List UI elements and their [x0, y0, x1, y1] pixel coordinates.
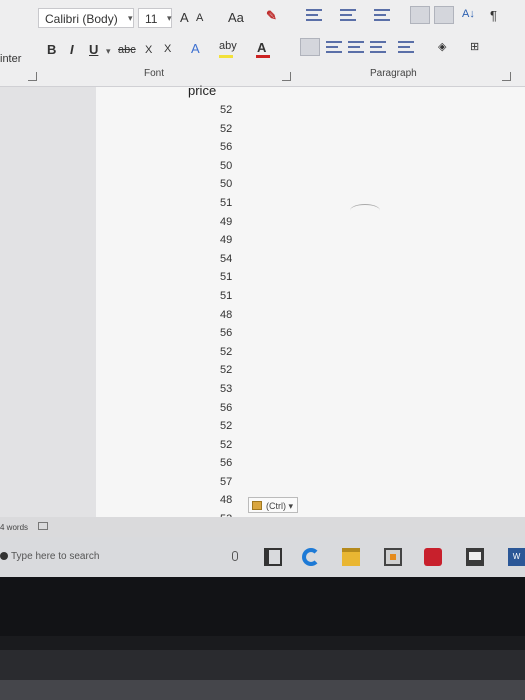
price-value: 57 — [220, 475, 233, 488]
highlight-button[interactable]: aby — [219, 40, 237, 52]
clipboard-format-painter-label[interactable]: inter — [0, 53, 21, 65]
numbering-icon[interactable] — [340, 8, 356, 22]
word-app-icon[interactable]: W — [508, 548, 525, 566]
price-value: 50 — [220, 178, 233, 191]
taskbar-search-input[interactable]: Type here to search — [11, 551, 99, 562]
price-value: 52 — [220, 420, 233, 433]
ink-stroke — [350, 204, 380, 217]
status-bar: 4 words — [0, 517, 525, 537]
price-value: 56 — [220, 141, 233, 154]
word-count[interactable]: 4 words — [0, 523, 28, 532]
change-case-button[interactable]: Aa — [228, 10, 244, 25]
font-size-chevron-icon[interactable]: ▾ — [167, 13, 172, 24]
paragraph-group-label: Paragraph — [370, 68, 417, 79]
price-value: 54 — [220, 252, 233, 265]
font-name-chevron-icon[interactable]: ▾ — [128, 13, 133, 24]
justify-icon[interactable] — [370, 40, 386, 54]
screen-bezel — [0, 577, 525, 636]
align-center-icon[interactable] — [326, 40, 342, 54]
italic-button[interactable]: I — [70, 42, 74, 57]
shading-icon[interactable]: ◈ — [438, 40, 446, 53]
laptop-base — [0, 680, 525, 700]
sort-button[interactable]: A↓ — [462, 8, 475, 20]
screen: inter Calibri (Body) ▾ 11 ▾ A A Aa ✎ B I… — [0, 0, 525, 636]
decrease-indent-icon[interactable] — [410, 6, 430, 24]
paste-options-button[interactable]: (Ctrl) ▾ — [248, 497, 298, 513]
text-effects-button[interactable]: A — [191, 41, 200, 56]
align-right-icon[interactable] — [348, 40, 364, 54]
paste-options-chevron-icon: ▾ — [288, 501, 294, 511]
show-formatting-button[interactable]: ¶ — [490, 8, 497, 23]
font-dialog-launcher-icon[interactable] — [282, 72, 291, 81]
highlight-color-bar — [219, 55, 233, 58]
multilevel-list-icon[interactable] — [374, 8, 390, 22]
increase-indent-icon[interactable] — [434, 6, 454, 24]
price-value: 52 — [220, 122, 233, 135]
price-value: 51 — [220, 289, 233, 302]
price-value: 52 — [220, 364, 233, 377]
value-list: 52 52 56 50 50 51 49 49 54 51 51 48 56 52 52 53 56 52 52 56… — [220, 101, 232, 529]
price-value: 48 — [220, 308, 233, 321]
shrink-font-button[interactable]: A — [196, 12, 203, 24]
strikethrough-button[interactable]: abc — [118, 44, 136, 56]
line-spacing-icon[interactable] — [398, 40, 414, 54]
grow-font-button[interactable]: A — [180, 10, 189, 25]
price-value: 56 — [220, 327, 233, 340]
paragraph-dialog-launcher-icon[interactable] — [502, 72, 511, 81]
edge-browser-icon[interactable] — [302, 548, 320, 566]
mcafee-icon[interactable] — [424, 548, 442, 566]
taskbar: Type here to search W — [0, 537, 525, 577]
ribbon-home: inter Calibri (Body) ▾ 11 ▾ A A Aa ✎ B I… — [0, 0, 525, 87]
clear-formatting-icon[interactable]: ✎ — [266, 8, 277, 24]
price-value: 56 — [220, 457, 233, 470]
search-icon[interactable] — [0, 552, 8, 560]
font-name-dropdown[interactable]: Calibri (Body) — [38, 8, 134, 28]
price-value: 49 — [220, 234, 233, 247]
price-value: 53 — [220, 382, 233, 395]
microphone-icon[interactable] — [232, 551, 238, 561]
clipboard-dialog-launcher-icon[interactable] — [28, 72, 37, 81]
price-value: 52 — [220, 104, 233, 116]
bullets-icon[interactable] — [306, 8, 322, 22]
font-group-label: Font — [144, 68, 165, 79]
superscript-button[interactable]: X — [164, 43, 171, 55]
align-left-icon[interactable] — [300, 38, 320, 56]
price-value: 52 — [220, 345, 233, 358]
mail-icon[interactable] — [466, 548, 484, 566]
underline-button[interactable]: U — [89, 42, 98, 57]
price-value: 51 — [220, 271, 233, 284]
price-value: 50 — [220, 159, 233, 172]
subscript-button[interactable]: X — [145, 44, 152, 56]
task-view-icon[interactable] — [264, 548, 282, 566]
bold-button[interactable]: B — [47, 42, 56, 57]
store-icon[interactable] — [384, 548, 402, 566]
paste-options-label: (Ctrl) — [266, 501, 286, 511]
clipboard-icon — [252, 501, 262, 510]
price-value: 51 — [220, 196, 233, 209]
font-color-bar — [256, 55, 270, 58]
font-color-button[interactable]: A — [257, 40, 266, 55]
column-header: price — [188, 83, 217, 98]
price-value: 56 — [220, 401, 233, 414]
price-value: 52 — [220, 438, 233, 451]
price-value: 48 — [220, 494, 233, 507]
proofing-icon[interactable] — [38, 522, 48, 530]
document-page[interactable] — [96, 87, 525, 517]
price-value: 49 — [220, 215, 233, 228]
underline-chevron-icon[interactable]: ▾ — [106, 46, 111, 57]
file-explorer-icon[interactable] — [342, 548, 360, 566]
borders-icon[interactable]: ⊞ — [470, 40, 479, 53]
